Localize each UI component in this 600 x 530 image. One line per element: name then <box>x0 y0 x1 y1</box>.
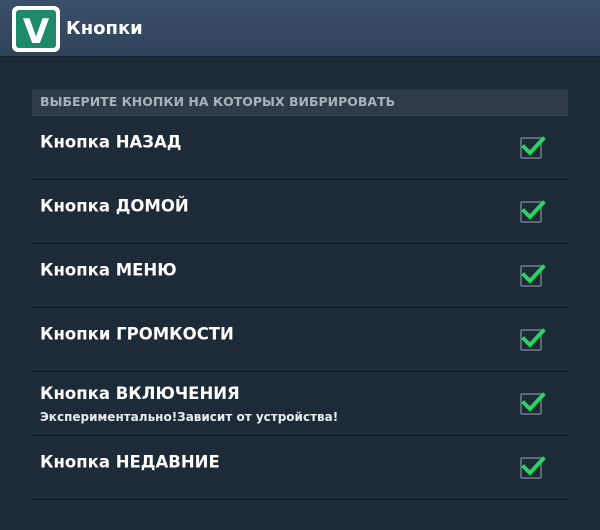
item-subtitle: Экспериментально!Зависит от устройства! <box>40 410 339 424</box>
list-item-menu[interactable]: Кнопка МЕНЮ <box>32 244 568 308</box>
checkmark-icon <box>521 263 546 284</box>
item-title: Кнопка НЕДАВНИЕ <box>40 452 220 472</box>
checkbox-power[interactable] <box>520 391 546 415</box>
list-item-home[interactable]: Кнопка ДОМОЙ <box>32 180 568 244</box>
app-logo-icon[interactable]: V <box>12 6 60 52</box>
checkmark-icon <box>521 135 546 156</box>
checkbox-back[interactable] <box>520 135 546 159</box>
item-title: Кнопки ГРОМКОСТИ <box>40 324 234 344</box>
section-header: ВЫБЕРИТЕ КНОПКИ НА КОТОРЫХ ВИБРИРОВАТЬ <box>32 89 568 116</box>
checkmark-icon <box>521 199 546 220</box>
title-bar: V Кнопки <box>0 0 600 57</box>
checkbox-home[interactable] <box>520 199 546 223</box>
checkbox-recents[interactable] <box>520 455 546 479</box>
settings-list: ВЫБЕРИТЕ КНОПКИ НА КОТОРЫХ ВИБРИРОВАТЬ К… <box>32 89 568 500</box>
page-title: Кнопки <box>66 18 143 39</box>
item-title: Кнопка ВКЛЮЧЕНИЯ <box>40 384 240 403</box>
checkmark-icon <box>521 327 546 348</box>
checkbox-menu[interactable] <box>520 263 546 287</box>
item-title: Кнопка ДОМОЙ <box>40 196 189 216</box>
app-logo-letter: V <box>23 12 50 52</box>
list-item-back[interactable]: Кнопка НАЗАД <box>32 116 568 180</box>
checkmark-icon <box>521 391 546 412</box>
list-item-volume[interactable]: Кнопки ГРОМКОСТИ <box>32 308 568 372</box>
list-item-power[interactable]: Кнопка ВКЛЮЧЕНИЯ Экспериментально!Зависи… <box>32 372 568 436</box>
checkmark-icon <box>521 455 546 476</box>
item-title: Кнопка НАЗАД <box>40 132 182 152</box>
checkbox-volume[interactable] <box>520 327 546 351</box>
item-title: Кнопка МЕНЮ <box>40 260 177 280</box>
list-item-recents[interactable]: Кнопка НЕДАВНИЕ <box>32 436 568 500</box>
